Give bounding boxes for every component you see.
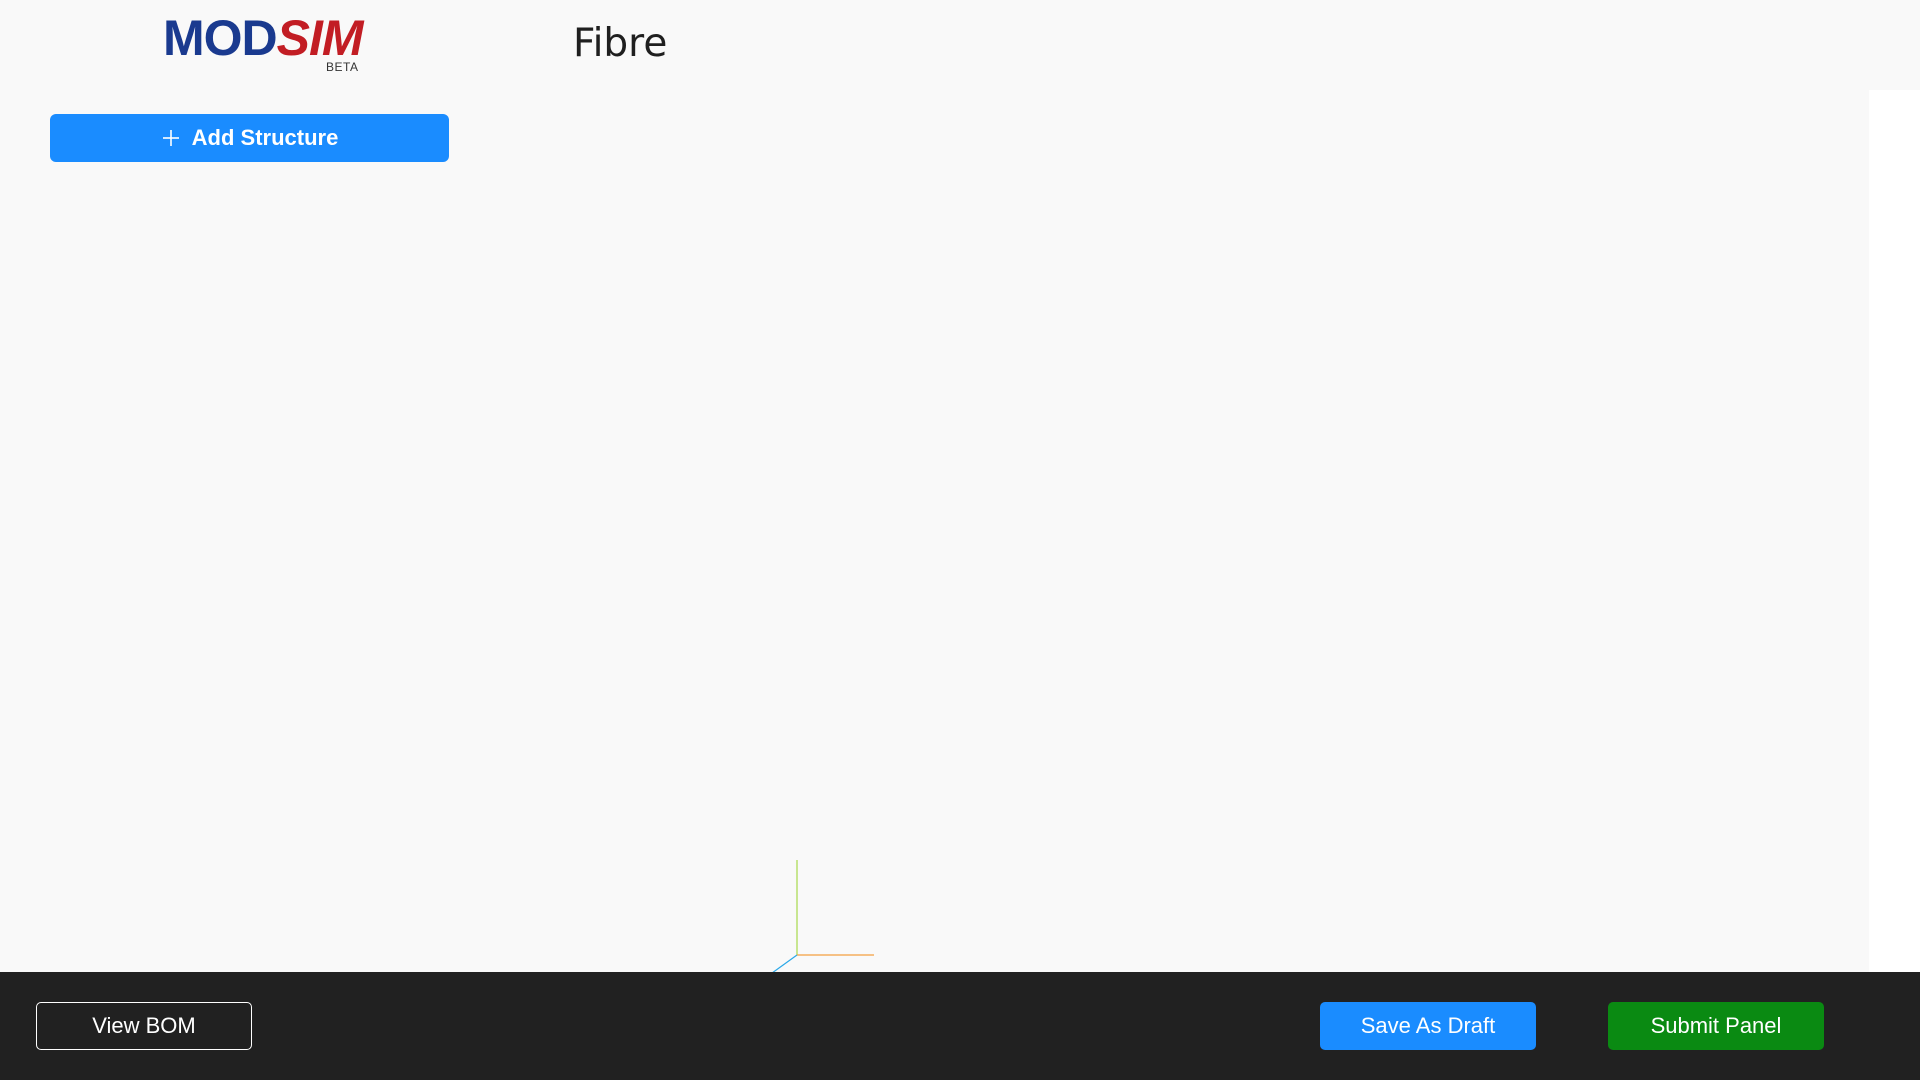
page-title: Fibre [573,21,668,66]
modsim-logo[interactable]: MODSIM BETA [163,10,364,74]
logo-wordmark: MODSIM [163,10,364,66]
logo-sim-text: SIM [276,10,364,66]
view-bom-label: View BOM [92,1013,196,1038]
3d-viewport[interactable] [0,90,1869,982]
save-as-draft-button[interactable]: Save As Draft [1320,1002,1536,1050]
submit-panel-button[interactable]: Submit Panel [1608,1002,1824,1050]
save-draft-label: Save As Draft [1360,1013,1496,1038]
view-bom-button[interactable]: View BOM [36,1002,252,1050]
add-structure-button[interactable]: Add Structure [50,114,449,162]
header: MODSIM BETA Fibre [0,0,1920,90]
beta-badge: BETA [326,60,359,74]
add-structure-label: Add Structure [191,125,339,150]
logo-mod-text: MOD [163,10,278,66]
plus-icon [162,130,179,146]
app-page: MODSIM BETA Fibre Add Structure View BOM… [0,0,1920,1080]
right-panel-strip [1869,90,1920,972]
footer-bar: View BOM Save As Draft Submit Panel [0,972,1920,1080]
submit-panel-label: Submit Panel [1650,1013,1782,1038]
